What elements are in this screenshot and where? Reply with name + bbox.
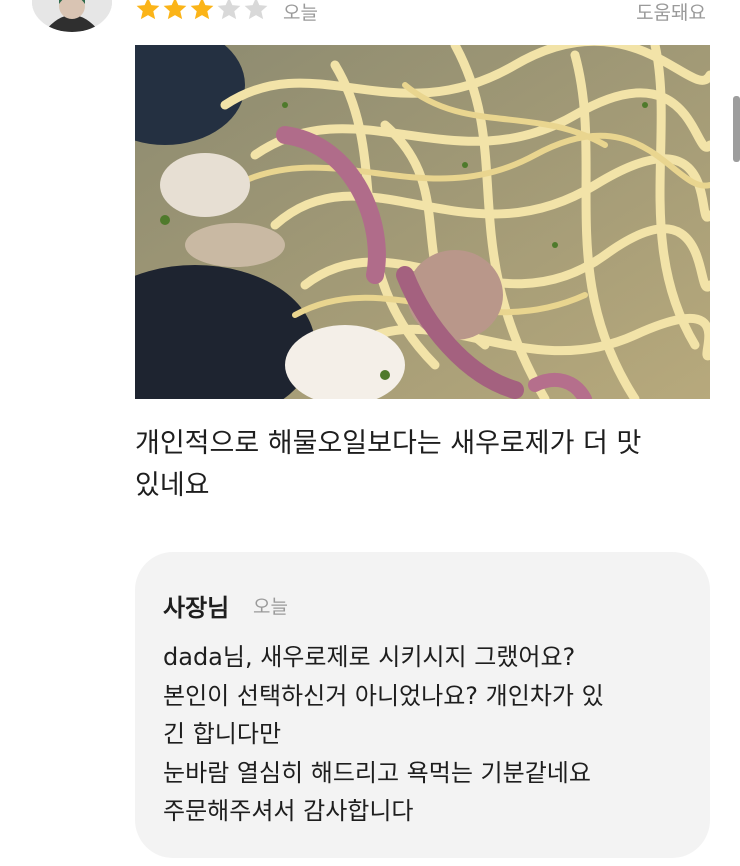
star-filled-icon	[163, 0, 187, 20]
review-date: 오늘	[283, 2, 318, 24]
avatar-image	[32, 0, 112, 32]
reply-line: 눈바람 열심히 해드리고 욕먹는 기분같네요	[163, 758, 591, 787]
reviewer-avatar[interactable]	[32, 0, 112, 32]
review-text-line: 있네요	[135, 470, 210, 501]
reply-line: 긴 합니다만	[163, 720, 282, 748]
star-empty-icon	[244, 0, 268, 20]
star-filled-icon	[136, 0, 160, 20]
reply-date: 오늘	[253, 596, 288, 618]
review-text: 개인적으로 해물오일보다는 새우로제가 더 맛 있네요	[135, 423, 710, 507]
owner-reply: 사장님 오늘 dada님, 새우로제로 시키시지 그랬어요? 본인이 선택하신거…	[135, 552, 710, 858]
reply-author: 사장님	[163, 594, 230, 622]
review-text-line: 개인적으로 해물오일보다는 새우로제가 더 맛	[135, 428, 642, 459]
helpful-button[interactable]: 도움돼요	[636, 0, 706, 25]
reply-line: dada님, 새우로제로 시키시지 그랬어요?	[163, 643, 576, 671]
star-empty-icon	[217, 0, 241, 20]
reply-body: dada님, 새우로제로 시키시지 그랬어요? 본인이 선택하신거 아니었나요?…	[163, 638, 683, 831]
scrollbar-thumb[interactable]	[733, 96, 740, 162]
star-filled-icon	[190, 0, 214, 20]
rating-stars	[135, 0, 269, 22]
pasta-photo-image	[135, 45, 710, 399]
review-photo[interactable]	[135, 45, 710, 399]
reply-line: 본인이 선택하신거 아니었나요? 개인차가 있	[163, 681, 604, 710]
reply-line: 주문해주셔서 감사합니다	[163, 797, 414, 825]
